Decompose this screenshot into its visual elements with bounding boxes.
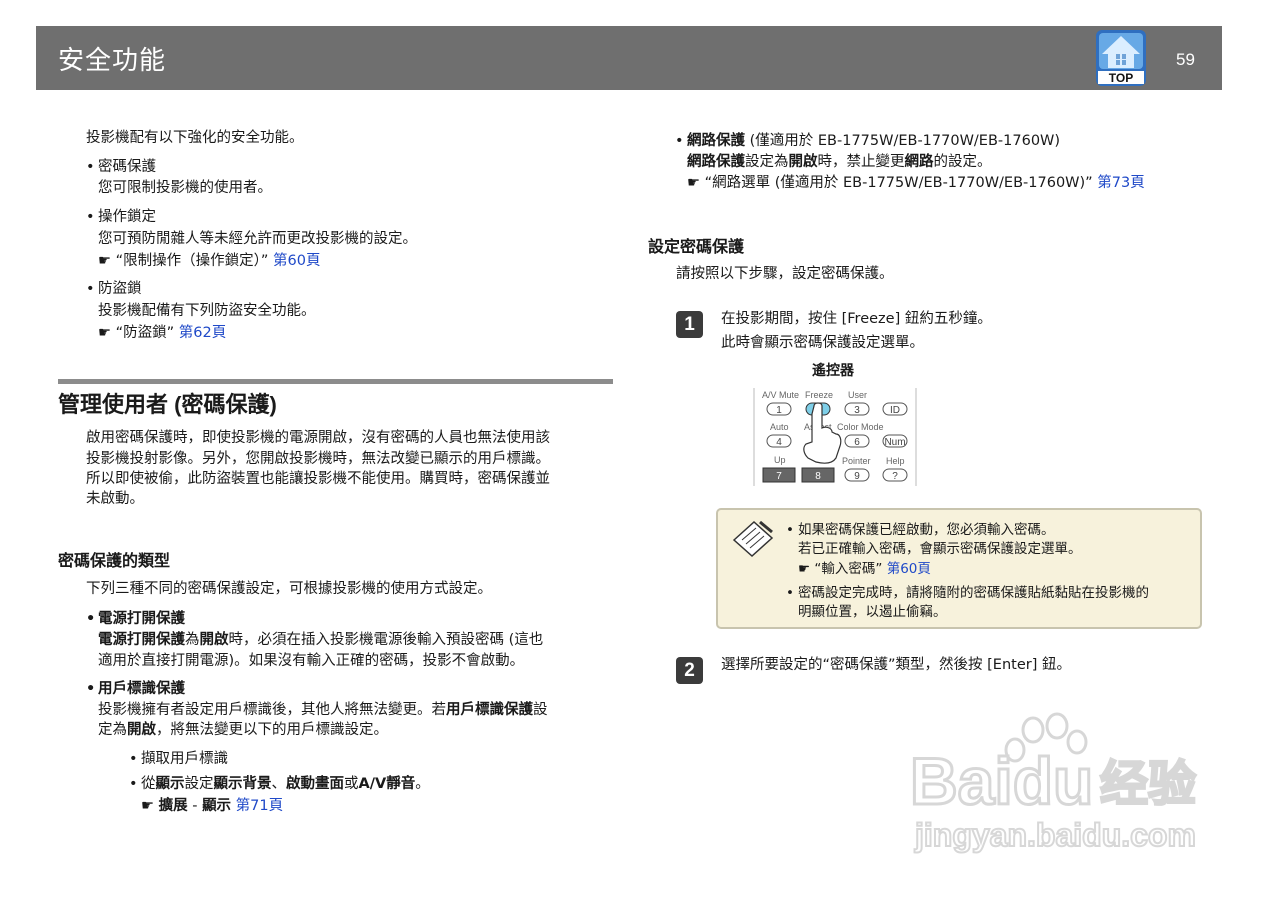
key-4: 4 — [776, 437, 782, 448]
set-password-title: 設定密碼保護 — [648, 239, 745, 256]
key-7: 7 — [776, 471, 782, 482]
watermark-brand: Baidu — [910, 744, 1093, 818]
key-label-freeze: Freeze — [805, 390, 833, 400]
feature-desc-lock: 您可預防閒雜人等未經允許而更改投影機的設定。 — [98, 231, 417, 247]
pointing-hand-icon: ☛ — [141, 798, 154, 814]
section-para-line: 投影機投射影像。另外，您開啟投影機時，無法改變已顯示的用戶標識。 — [86, 451, 550, 467]
user-id-line1: 投影機擁有者設定用戶標識後，其他人將無法變更。若用戶標識保護設 — [98, 702, 548, 718]
section-para-line: 啟用密碼保護時，即使投影機的電源開啟，沒有密碼的人員也無法使用該 — [86, 430, 550, 446]
types-intro: 下列三種不同的密碼保護設定，可根據投影機的使用方式設定。 — [86, 581, 492, 597]
feature-title-theft: 防盜鎖 — [86, 279, 141, 300]
page-link-62[interactable]: 第62頁 — [179, 325, 226, 341]
step-number-2: 2 — [676, 657, 703, 684]
key-label-auto: Auto — [770, 422, 789, 432]
key-label-pointer: Pointer — [842, 456, 871, 466]
sub-item-ref: ☛ 擴展 - 顯示 第71頁 — [141, 798, 284, 814]
network-protect-ref: ☛ “網路選單 (僅適用於 EB-1775W/EB-1770W/EB-1760W… — [687, 175, 1145, 191]
key-3: 3 — [854, 405, 860, 416]
key-6: 6 — [854, 437, 860, 448]
key-1: 1 — [776, 405, 782, 416]
feature-title-password: 密碼保護 — [86, 157, 156, 178]
page-link-60[interactable]: 第60頁 — [273, 253, 320, 269]
remote-label: 遙控器 — [812, 363, 854, 379]
intro-text: 投影機配有以下強化的安全功能。 — [86, 130, 304, 146]
key-label-avmute: A/V Mute — [762, 390, 799, 400]
note-line2: 若已正確輸入密碼，會顯示密碼保護設定選單。 — [798, 541, 1082, 557]
section-para-line: 所以即使被偷，此防盜裝置也能讓投影機不能使用。購買時，密碼保護並 — [86, 471, 550, 487]
key-9: 9 — [854, 471, 860, 482]
network-protect-line: 網路保護設定為開啟時，禁止變更網路的設定。 — [687, 154, 992, 170]
user-id-line2: 定為開啟，將無法變更以下的用戶標識設定。 — [98, 722, 388, 738]
set-password-intro: 請按照以下步驟，設定密碼保護。 — [676, 266, 894, 282]
step1-line1: 在投影期間，按住 [Freeze] 鈕約五秒鐘。 — [721, 311, 992, 327]
page-link-60-note[interactable]: 第60頁 — [887, 561, 931, 577]
top-label: TOP — [1109, 71, 1133, 85]
step2-text: 選擇所要設定的“密碼保護”類型，然後按 [Enter] 鈕。 — [721, 657, 1071, 673]
user-id-title: 用戶標識保護 — [86, 679, 185, 700]
step1-line2: 此時會顯示密碼保護設定選單。 — [721, 335, 924, 351]
feature-desc-password: 您可限制投影機的使用者。 — [98, 180, 272, 196]
note-line1: 如果密碼保護已經啟動，您必須輸入密碼。 — [786, 520, 1054, 540]
key-label-help: Help — [886, 456, 905, 466]
key-help: ? — [892, 471, 898, 482]
remote-control-illustration: A/V Mute Freeze User 1 2 3 ID Auto Aspec… — [753, 388, 917, 486]
section-para-line: 未啟動。 — [86, 491, 144, 507]
page-title: 安全功能 — [58, 46, 167, 76]
key-label-colormode: Color Mode — [837, 422, 884, 432]
feature-desc-theft: 投影機配備有下列防盜安全功能。 — [98, 303, 316, 319]
note-box: 如果密碼保護已經啟動，您必須輸入密碼。 若已正確輸入密碼，會顯示密碼保護設定選單… — [716, 508, 1202, 629]
network-protect-title: 網路保護 (僅適用於 EB-1775W/EB-1770W/EB-1760W) — [675, 131, 1060, 152]
section-divider — [58, 379, 613, 384]
step-number-1: 1 — [676, 311, 703, 338]
types-title: 密碼保護的類型 — [58, 553, 171, 570]
pointing-hand-icon: ☛ — [687, 175, 700, 191]
page-number: 59 — [1176, 50, 1195, 69]
pointing-hand-icon: ☛ — [98, 253, 111, 269]
watermark-url: jingyan.baidu.com — [914, 817, 1196, 853]
note-line3: 密碼設定完成時，請將隨附的密碼保護貼紙黏貼在投影機的 — [786, 583, 1149, 603]
top-home-icon[interactable]: TOP — [1096, 30, 1146, 86]
section-title: 管理使用者 (密碼保護) — [58, 392, 277, 417]
key-num: Num — [884, 437, 905, 448]
page-link-71[interactable]: 第71頁 — [236, 798, 283, 814]
key-label-user: User — [848, 390, 867, 400]
power-protect-line2: 適用於直接打開電源)。如果沒有輸入正確的密碼，投影不會啟動。 — [98, 653, 525, 669]
key-8: 8 — [815, 471, 821, 482]
baidu-watermark: Baidu 经验 jingyan.baidu.com — [909, 712, 1197, 854]
sub-item-display: 從顯示設定顯示背景、啟動畫面或A/V靜音。 — [129, 774, 430, 795]
power-protect-title: 電源打開保護 — [86, 609, 185, 630]
feature-ref-theft: ☛ “防盜鎖” 第62頁 — [98, 325, 227, 341]
note-pencil-icon — [732, 520, 774, 558]
feature-title-lock: 操作鎖定 — [86, 207, 156, 228]
page-header: 安全功能 TOP 59 — [36, 26, 1222, 90]
page-link-73[interactable]: 第73頁 — [1097, 175, 1144, 191]
pointing-hand-icon: ☛ — [98, 325, 111, 341]
sub-item-capture: 擷取用戶標識 — [129, 749, 228, 770]
key-id: ID — [890, 405, 900, 416]
pointing-hand-icon: ☛ — [798, 561, 811, 577]
feature-ref-lock: ☛ “限制操作（操作鎖定）” 第60頁 — [98, 253, 321, 269]
note-line4: 明顯位置，以遏止偷竊。 — [798, 604, 947, 620]
note-ref: ☛ “輸入密碼” 第60頁 — [798, 561, 931, 577]
key-label-up: Up — [774, 455, 786, 465]
watermark-cn: 经验 — [1100, 758, 1196, 811]
power-protect-line1: 電源打開保護為開啟時，必須在插入投影機電源後輸入預設密碼 (這也 — [98, 632, 544, 648]
